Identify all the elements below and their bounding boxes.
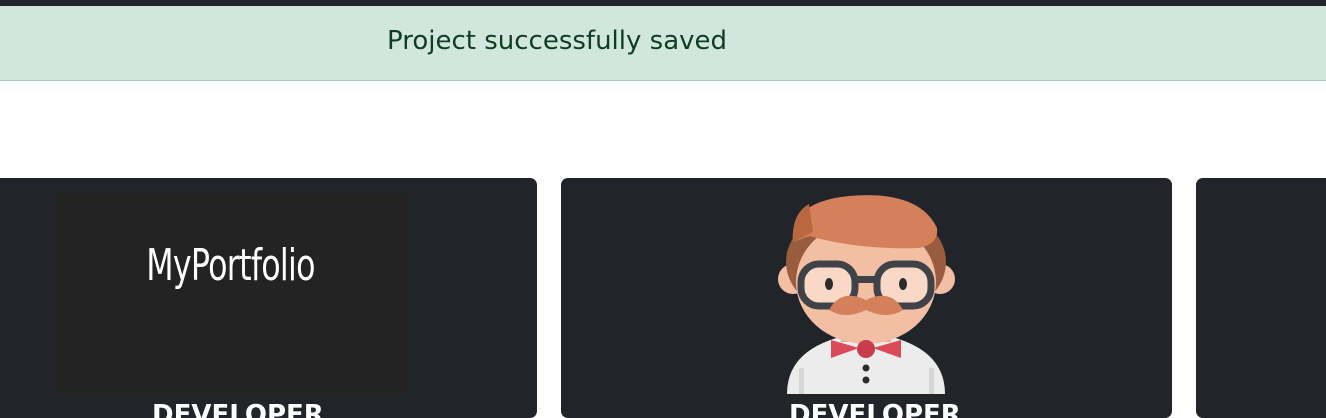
project-card[interactable]: DEVELOPER (561, 178, 1172, 418)
success-alert: Project successfully saved (0, 6, 1326, 81)
alert-message: Project successfully saved (387, 26, 728, 56)
portfolio-logo-text: MyPortfolio (146, 240, 315, 291)
project-title: DEVELOPER (789, 400, 961, 418)
project-card[interactable] (1196, 178, 1326, 418)
project-thumbnail: MyPortfolio (54, 194, 407, 394)
project-title: DEVELOPER (152, 400, 324, 418)
developer-avatar-icon (778, 195, 955, 394)
project-card[interactable]: MyPortfolio DEVELOPER (0, 178, 537, 418)
